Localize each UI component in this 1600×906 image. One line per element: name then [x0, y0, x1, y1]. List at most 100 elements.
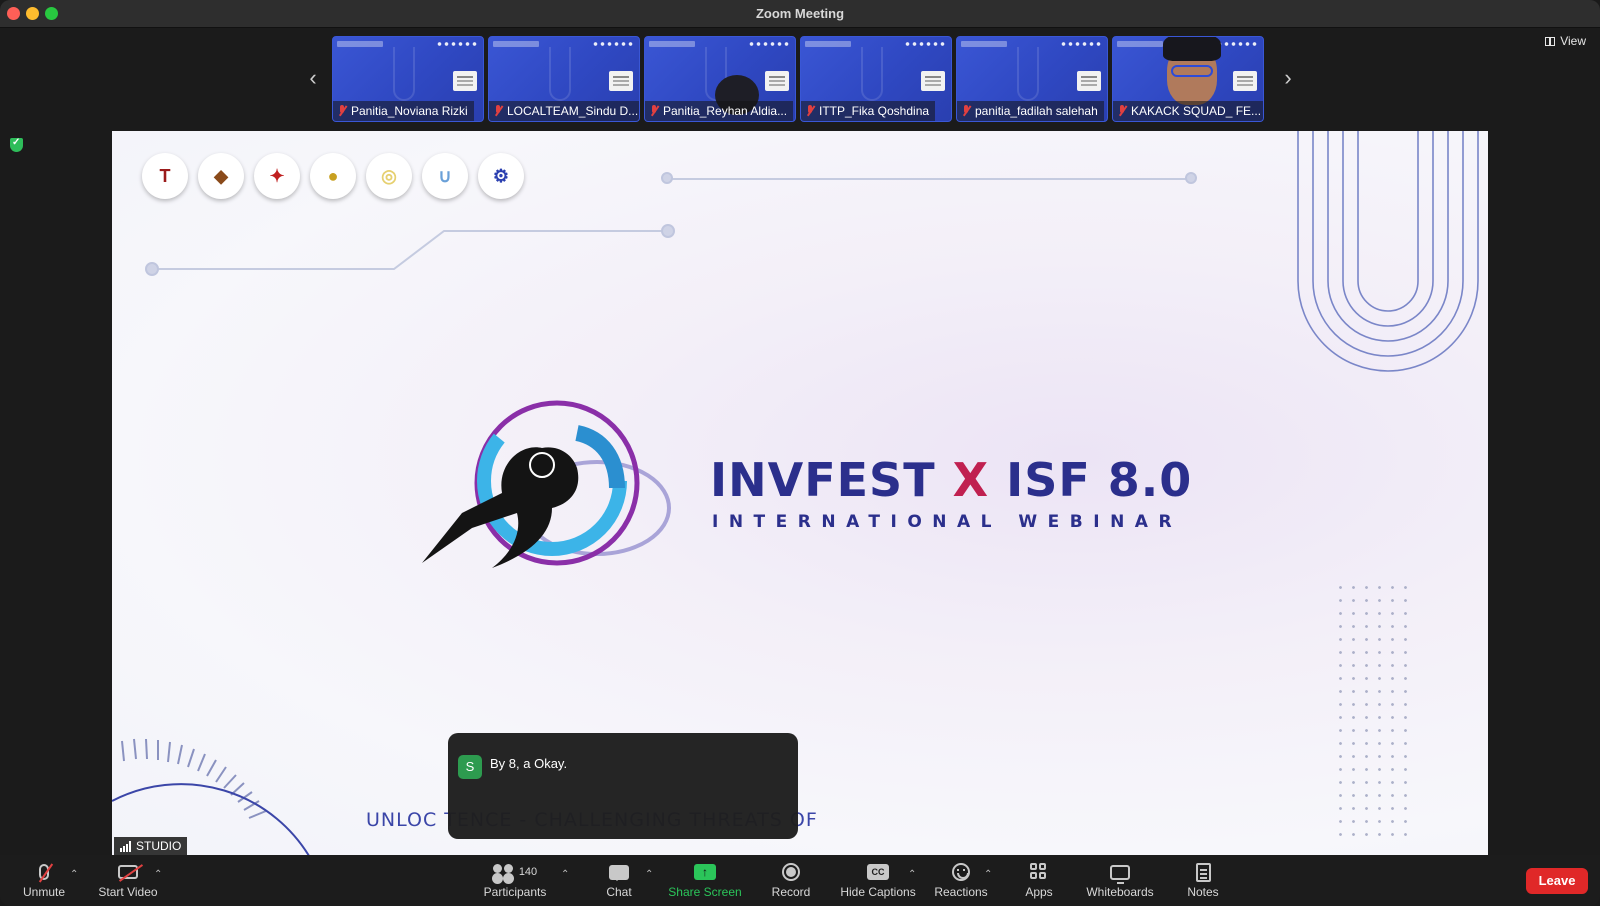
tile-slide-header: [961, 41, 1007, 47]
participant-tile[interactable]: Panitia_Reyhan Aldia...: [644, 36, 796, 122]
tile-slide-logos: [748, 41, 790, 47]
muted-mic-icon: [805, 105, 815, 117]
gallery-prev-arrow-icon[interactable]: ‹: [303, 66, 323, 90]
tile-slide-card: [453, 71, 477, 91]
tile-slide-header: [493, 41, 539, 47]
unmute-button[interactable]: Unmute: [22, 859, 66, 899]
apps-button[interactable]: Apps: [1024, 859, 1054, 899]
participant-name: KAKACK SQUAD_ FE...: [1131, 104, 1262, 118]
whiteboard-icon: [1110, 864, 1130, 884]
participant-name: Panitia_Reyhan Aldia...: [663, 104, 788, 118]
reactions-button[interactable]: Reactions: [932, 859, 990, 899]
record-button[interactable]: Record: [770, 859, 812, 899]
participant-name-tag: panitia_fadilah salehah: [957, 101, 1104, 121]
chat-options-caret-icon[interactable]: ⌃: [645, 869, 653, 880]
grid-view-icon: [1545, 36, 1556, 46]
tile-slide-logos: [904, 41, 946, 47]
tile-slide-decoration: [393, 47, 415, 101]
reactions-options-caret-icon[interactable]: ⌃: [984, 869, 992, 880]
smiley-reaction-icon: [952, 863, 970, 881]
tile-slide-logos: [436, 41, 478, 47]
muted-mic-icon: [961, 105, 971, 117]
tile-slide-logos: [1216, 41, 1258, 47]
hide-captions-button[interactable]: CC Hide Captions: [838, 859, 918, 899]
participant-tile[interactable]: panitia_fadilah salehah: [956, 36, 1108, 122]
unmute-label: Unmute: [22, 885, 66, 899]
chat-button[interactable]: Chat: [604, 859, 634, 899]
tile-slide-logos: [592, 41, 634, 47]
share-screen-button[interactable]: ↑ Share Screen: [668, 859, 742, 899]
gallery-next-arrow-icon[interactable]: ›: [1278, 66, 1298, 90]
tile-slide-header: [337, 41, 383, 47]
record-icon: [782, 863, 800, 881]
tile-slide-decoration: [549, 47, 571, 101]
notes-icon: [1195, 862, 1211, 882]
notes-button[interactable]: Notes: [1186, 859, 1220, 899]
caption-text: By 8, a Okay.: [490, 756, 568, 771]
tile-slide-card: [1233, 71, 1257, 91]
live-caption-panel[interactable]: S By 8, a Okay.: [448, 733, 798, 839]
participants-icon: [492, 863, 513, 873]
decor-circuit-line: [145, 224, 675, 276]
whiteboards-button[interactable]: Whiteboards: [1084, 859, 1156, 899]
chat-bubble-icon: [609, 864, 629, 881]
studio-label: STUDIO: [136, 839, 182, 853]
title-bar: Zoom Meeting: [0, 0, 1600, 28]
record-label: Record: [771, 885, 811, 899]
reactions-label: Reactions: [934, 885, 988, 899]
tile-slide-card: [609, 71, 633, 91]
tile-slide-header: [805, 41, 851, 47]
tile-slide-card: [765, 71, 789, 91]
muted-mic-icon: [649, 105, 659, 117]
tile-slide-card: [921, 71, 945, 91]
participants-count: 140: [518, 866, 538, 878]
video-options-caret-icon[interactable]: ⌃: [154, 869, 162, 880]
meeting-toolbar: Unmute ⌃ Start Video ⌃ 140 Participants …: [0, 855, 1600, 906]
caption-speaker-avatar: S: [458, 755, 482, 779]
audio-options-caret-icon[interactable]: ⌃: [70, 869, 78, 880]
share-screen-label: Share Screen: [668, 885, 742, 899]
participant-name: panitia_fadilah salehah: [975, 104, 1098, 118]
participant-name: ITTP_Fika Qoshdina: [819, 104, 930, 118]
tile-slide-card: [1077, 71, 1101, 91]
captions-options-caret-icon[interactable]: ⌃: [908, 869, 916, 880]
whiteboards-label: Whiteboards: [1086, 885, 1154, 899]
participant-name: LOCALTEAM_Sindu D...: [507, 104, 639, 118]
participant-name-tag: KAKACK SQUAD_ FE...: [1113, 101, 1263, 121]
participant-tile[interactable]: ITTP_Fika Qoshdina: [800, 36, 952, 122]
video-off-icon: [118, 865, 138, 879]
participant-name-tag: Panitia_Noviana Rizki: [333, 101, 474, 121]
participant-tile[interactable]: Panitia_Noviana Rizki: [332, 36, 484, 122]
participant-glasses: [1171, 65, 1213, 77]
view-button[interactable]: View: [1545, 34, 1586, 48]
participants-button[interactable]: 140 Participants: [480, 859, 550, 899]
participant-name-tag: ITTP_Fika Qoshdina: [801, 101, 936, 121]
security-shield-icon[interactable]: [10, 137, 23, 152]
start-video-label: Start Video: [98, 885, 158, 899]
tile-slide-header: [1117, 41, 1163, 47]
apps-label: Apps: [1025, 885, 1053, 899]
participants-options-caret-icon[interactable]: ⌃: [561, 869, 569, 880]
muted-mic-icon: [493, 105, 503, 117]
view-label: View: [1560, 34, 1586, 48]
event-title-part1: INVFEST: [710, 453, 953, 507]
participant-tile[interactable]: LOCALTEAM_Sindu D...: [488, 36, 640, 122]
start-video-button[interactable]: Start Video: [96, 859, 160, 899]
muted-microphone-icon: [39, 864, 49, 880]
event-title-part2: ISF 8.0: [989, 453, 1193, 507]
leave-meeting-button[interactable]: Leave: [1526, 868, 1588, 894]
tile-slide-logos: [1060, 41, 1102, 47]
participant-name-tag: Panitia_Reyhan Aldia...: [645, 101, 794, 121]
studio-badge: STUDIO: [114, 837, 188, 855]
participant-tile[interactable]: KAKACK SQUAD_ FE...: [1112, 36, 1264, 122]
muted-mic-icon: [1117, 105, 1127, 117]
decor-burst: [112, 738, 310, 855]
closed-captions-icon: CC: [867, 864, 889, 880]
participant-hair: [1163, 37, 1221, 61]
signal-bars-icon: [120, 840, 131, 852]
invfest-runner-logo-icon: [422, 400, 671, 568]
tile-slide-decoration: [861, 47, 883, 101]
event-title-x: X: [952, 453, 990, 507]
muted-mic-icon: [337, 105, 347, 117]
participant-name: Panitia_Noviana Rizki: [351, 104, 468, 118]
